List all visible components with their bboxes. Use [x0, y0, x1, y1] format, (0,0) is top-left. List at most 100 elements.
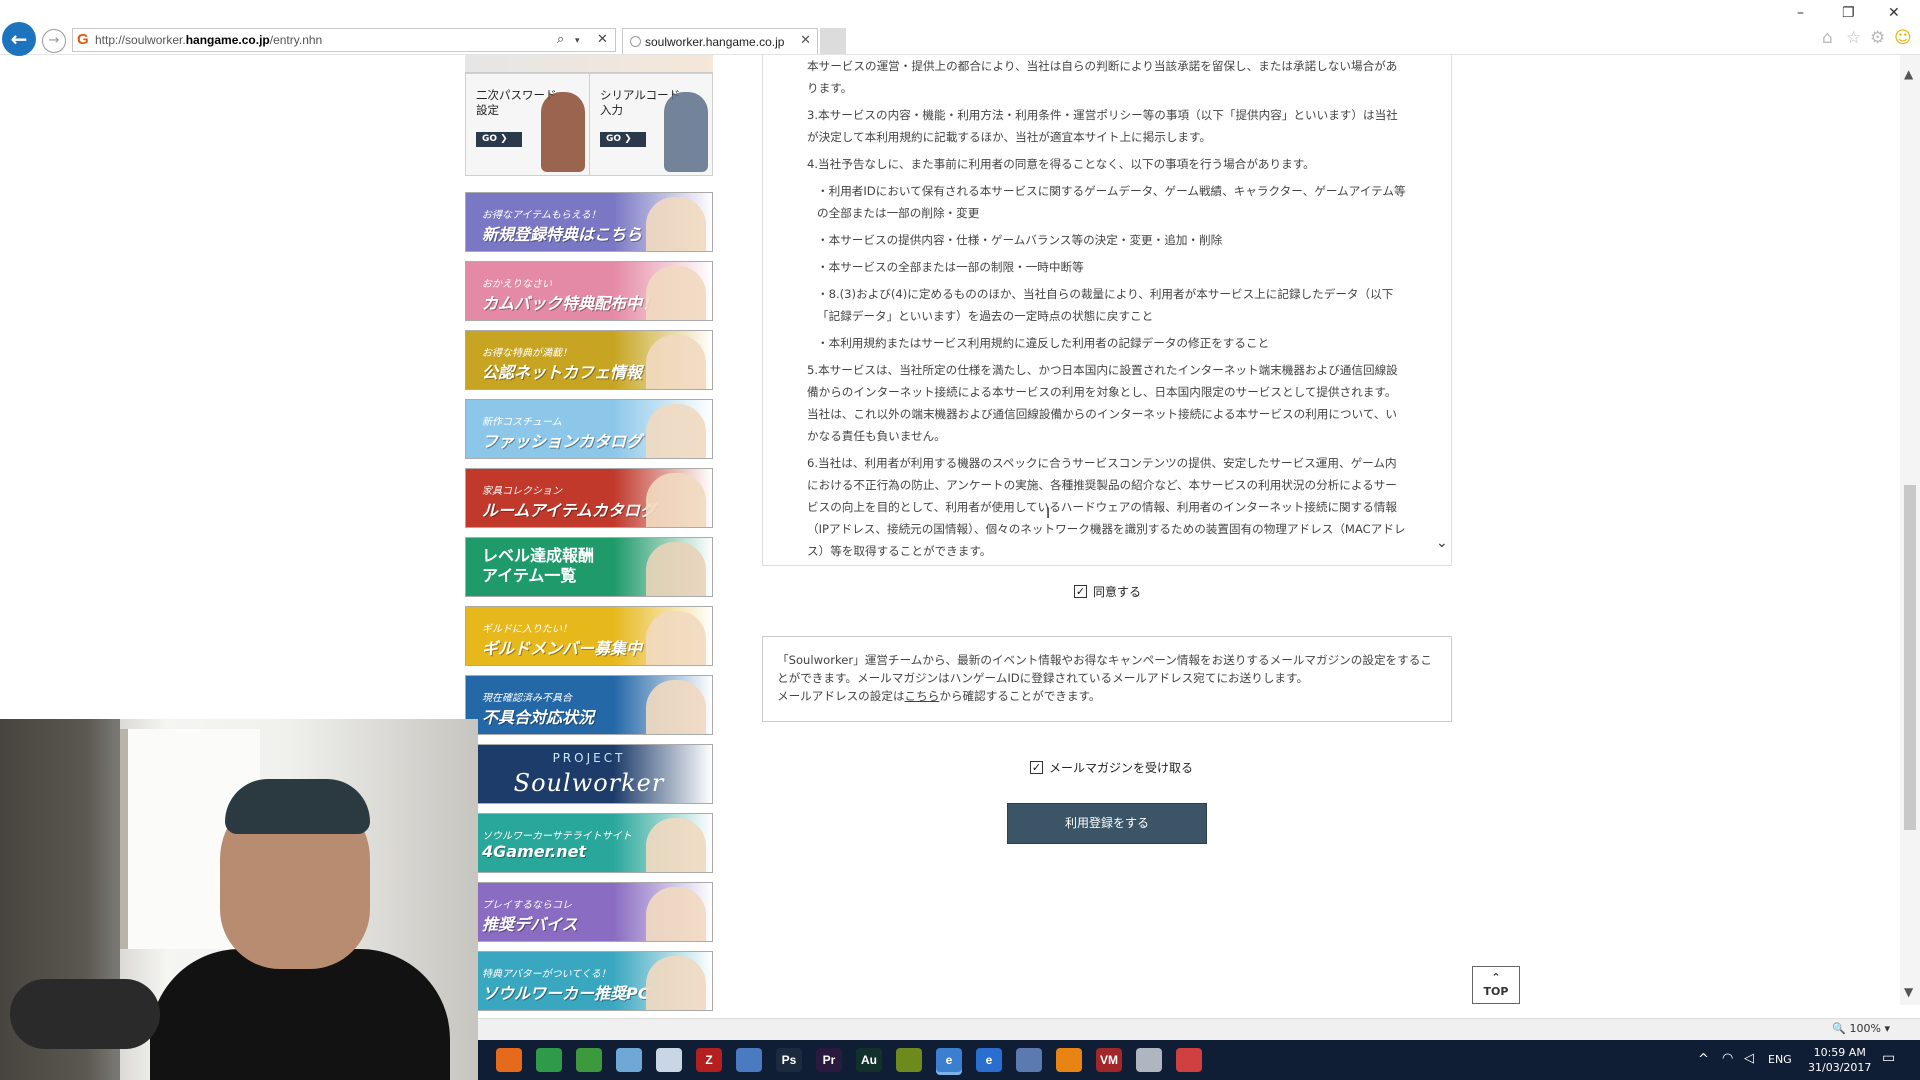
sidebar-cropped-banner[interactable] [465, 55, 713, 73]
filezilla-icon[interactable]: Z [696, 1048, 722, 1072]
register-submit-button[interactable]: 利用登録をする [1007, 803, 1207, 844]
language-indicator[interactable]: ENG [1768, 1053, 1792, 1066]
clock[interactable]: 10:59 AM 31/03/2017 [1808, 1045, 1871, 1075]
restore-icon[interactable]: ❐ [1842, 5, 1855, 21]
banner-level-reward[interactable]: レベル達成報酬 アイテム一覧 [465, 537, 713, 597]
terms-list-item: ・8.(3)および(4)に定めるもののほか、当社自らの裁量により、利用者が本サー… [817, 287, 1394, 323]
premiere-icon[interactable]: Pr [816, 1048, 842, 1072]
banner-small-text: ギルドに入りたい！ [482, 624, 572, 635]
banner-title: ギルドメンバー募集中 [482, 639, 643, 658]
character-illustration [664, 92, 708, 172]
favorites-star-icon[interactable]: ☆ [1846, 28, 1861, 48]
photoshop-icon[interactable]: Ps [776, 1048, 802, 1072]
webcam-person-hair [225, 779, 370, 834]
scroll-up-icon[interactable]: ▲ [1904, 67, 1913, 81]
banner-small-text: PROJECT [552, 751, 626, 765]
close-window-icon[interactable]: ✕ [1888, 5, 1900, 21]
terms-text: 本サービスの運営・提供上の都合により、当社は自らの判断により当該承諾を留保し、ま… [807, 55, 1407, 565]
terms-paragraph: 6.当社は、利用者が利用する機器のスペックに合うサービスコンテンツの提供、安定し… [807, 456, 1406, 558]
ie-icon[interactable]: e [936, 1048, 962, 1072]
newsletter-checkbox[interactable]: ✓ [1030, 761, 1043, 774]
notepad-icon[interactable] [656, 1048, 682, 1072]
scroll-down-icon[interactable]: ▼ [1904, 985, 1913, 999]
terms-scrollbar[interactable]: ⌄ [1434, 55, 1450, 565]
newsletter-description: 「Soulworker」運営チームから、最新のイベント情報やお得なキャンペーン情… [777, 653, 1432, 685]
top-label: TOP [1483, 985, 1509, 998]
forward-button[interactable]: → [42, 29, 66, 53]
sidebar-shortcuts: 二次パスワード 設定 GO ❯ シリアルコード 入力 GO ❯ [465, 73, 713, 176]
go-button[interactable]: GO ❯ [600, 132, 646, 147]
banner-fashion-catalog[interactable]: 新作コスチュームファッションカタログ [465, 399, 713, 459]
terms-list-item: ・本サービスの提供内容・仕様・ゲームバランス等の決定・変更・追加・削除 [817, 233, 1223, 247]
character-illustration [646, 335, 706, 389]
banner-guild-recruit[interactable]: ギルドに入りたい！ ギルドメンバー募集中 [465, 606, 713, 666]
banner-title: 4Gamer.net [482, 842, 587, 861]
banner-title: ファッションカタログ [482, 432, 643, 451]
close-tab-icon[interactable]: ✕ [800, 33, 811, 48]
edge-icon[interactable]: e [976, 1048, 1002, 1072]
text-cursor-icon: I [1046, 506, 1051, 522]
printer-icon[interactable] [1136, 1048, 1162, 1072]
banner-room-item-catalog[interactable]: 家具コレクション ルームアイテムカタログ [465, 468, 713, 528]
app-icon[interactable] [1176, 1048, 1202, 1072]
audition-icon[interactable]: Au [856, 1048, 882, 1072]
banner-title: レベル達成報酬 アイテム一覧 [482, 546, 595, 585]
scroll-down-icon[interactable]: ⌄ [1436, 535, 1448, 551]
volume-icon[interactable]: ◁ [1744, 1051, 1754, 1066]
vlc-icon[interactable] [1056, 1048, 1082, 1072]
zoom-level[interactable]: 🔍 100% ▾ [1832, 1022, 1890, 1035]
screen: ← → G http://soulworker.hangame.co.jp/en… [0, 0, 1920, 1080]
windows-taskbar: Z Ps Pr Au e e VM ^ ◠ ◁ ENG 10:59 AM 31/03/201… [478, 1040, 1920, 1080]
banner-title: 公認ネットカフェ情報 [482, 363, 643, 382]
tray-expand-icon[interactable]: ^ [1698, 1052, 1709, 1067]
banner-small-text: おかえりなさい [482, 279, 552, 290]
banner-small-text: 新作コスチューム [482, 417, 562, 428]
scrollbar-thumb[interactable] [1904, 485, 1916, 830]
dropdown-icon[interactable]: ▾ [575, 36, 580, 46]
character-illustration [646, 887, 706, 941]
browser-tab[interactable]: soulworker.hangame.co.jp ✕ [622, 28, 818, 54]
network-icon[interactable] [736, 1048, 762, 1072]
paint-icon[interactable] [616, 1048, 642, 1072]
banner-recommended-pc[interactable]: 特典アバターがついてくる！ ソウルワーカー推奨PC [465, 951, 713, 1011]
banner-small-text: 家具コレクション [482, 486, 562, 497]
banner-recommended-device[interactable]: プレイするならコレ 推奨デバイス [465, 882, 713, 942]
back-button[interactable]: ← [2, 22, 36, 56]
banner-comeback[interactable]: おかえりなさい カムバック特典配布中！ [465, 261, 713, 321]
settings-gear-icon[interactable]: ⚙ [1870, 28, 1885, 48]
stop-icon[interactable]: ✕ [597, 32, 608, 47]
new-tab-button[interactable] [820, 28, 846, 54]
terms-of-service-box[interactable]: 本サービスの運営・提供上の都合により、当社は自らの判断により当該承諾を留保し、ま… [762, 55, 1452, 566]
page-scrollbar[interactable]: ▲ ▼ [1900, 55, 1920, 1005]
chrome-icon[interactable] [536, 1048, 562, 1072]
tool-icon[interactable] [896, 1048, 922, 1072]
minimize-icon[interactable]: – [1797, 5, 1804, 21]
remote-icon[interactable] [1016, 1048, 1042, 1072]
address-bar[interactable]: G http://soulworker.hangame.co.jp/entry.… [72, 28, 616, 52]
agree-checkbox[interactable]: ✓ [1074, 585, 1087, 598]
banner-new-registration[interactable]: お得なアイテムもらえる！ 新規登録特典はこちら [465, 192, 713, 252]
network-icon[interactable]: ◠ [1722, 1051, 1733, 1066]
notifications-icon[interactable]: ▭ [1882, 1050, 1895, 1066]
banner-project-soulworker[interactable]: PROJECT Soulworker [465, 744, 713, 804]
voicemeeter-icon[interactable]: VM [1096, 1048, 1122, 1072]
banner-title: ソウルワーカー推奨PC [482, 984, 650, 1003]
search-icon[interactable]: ⌕ [557, 32, 564, 47]
home-icon[interactable]: ⌂ [1822, 28, 1833, 48]
terms-list-item: ・利用者IDにおいて保有される本サービスに関するゲームデータ、ゲーム戦績、キャラ… [817, 184, 1406, 220]
spreadsheet-icon[interactable] [576, 1048, 602, 1072]
second-password-shortcut[interactable]: 二次パスワード 設定 GO ❯ [466, 74, 589, 175]
smiley-feedback-icon[interactable]: ☺ [1894, 28, 1912, 48]
serial-code-shortcut[interactable]: シリアルコード 入力 GO ❯ [589, 74, 712, 175]
banner-title: 推奨デバイス [482, 915, 578, 934]
character-illustration [541, 92, 585, 172]
email-settings-link[interactable]: こちら [905, 689, 940, 703]
character-illustration [646, 266, 706, 320]
banner-4gamer[interactable]: ソウルワーカーサテライトサイト 4Gamer.net [465, 813, 713, 873]
agree-label: 同意する [1093, 585, 1142, 599]
go-button[interactable]: GO ❯ [476, 132, 522, 147]
firefox-icon[interactable] [496, 1048, 522, 1072]
banner-bug-status[interactable]: 現在確認済み不具合 不具合対応状況 [465, 675, 713, 735]
banner-net-cafe[interactable]: お得な特典が満載！ 公認ネットカフェ情報 [465, 330, 713, 390]
back-to-top-button[interactable]: ⌃ TOP [1472, 966, 1520, 1004]
